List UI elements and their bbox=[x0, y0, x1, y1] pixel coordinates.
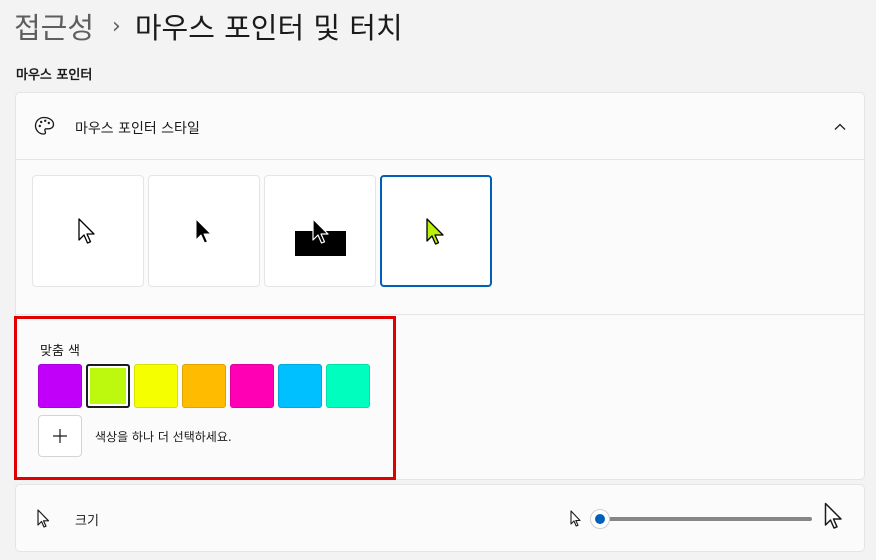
pointer-style-inverted[interactable] bbox=[264, 175, 376, 287]
divider bbox=[16, 314, 864, 315]
pointer-style-label: 마우스 포인터 스타일 bbox=[75, 121, 200, 137]
custom-pointer-icon bbox=[426, 218, 444, 245]
color-swatch-1[interactable] bbox=[38, 364, 82, 408]
add-color-label: 색상을 하나 더 선택하세요. bbox=[95, 430, 232, 444]
pointer-icon bbox=[37, 509, 50, 528]
color-swatch-4[interactable] bbox=[182, 364, 226, 408]
pointer-style-black[interactable] bbox=[148, 175, 260, 287]
white-pointer-icon bbox=[78, 218, 95, 244]
palette-icon bbox=[34, 116, 55, 135]
color-swatch-5[interactable] bbox=[230, 364, 274, 408]
color-swatches bbox=[38, 364, 370, 408]
breadcrumb: 접근성 › 마우스 포인터 및 터치 bbox=[14, 6, 403, 46]
section-title: 마우스 포인터 bbox=[16, 68, 93, 83]
large-pointer-icon bbox=[824, 502, 842, 529]
pointer-style-options bbox=[32, 175, 492, 287]
black-pointer-icon bbox=[195, 218, 212, 244]
chevron-up-icon[interactable] bbox=[832, 119, 848, 135]
color-swatch-7[interactable] bbox=[326, 364, 370, 408]
pointer-size-label: 크기 bbox=[75, 514, 99, 529]
pointer-style-card: 마우스 포인터 스타일 맞춤 색 색상을 하나 더 선택하세요. bbox=[15, 92, 865, 480]
custom-color-label: 맞춤 색 bbox=[40, 344, 81, 359]
color-swatch-6[interactable] bbox=[278, 364, 322, 408]
breadcrumb-parent-link[interactable]: 접근성 bbox=[14, 5, 94, 47]
pointer-size-slider-track[interactable] bbox=[596, 517, 812, 521]
small-pointer-icon bbox=[570, 510, 581, 527]
plus-icon bbox=[53, 429, 67, 443]
inverted-pointer-icon bbox=[295, 218, 346, 256]
pointer-style-custom[interactable] bbox=[380, 175, 492, 287]
color-swatch-3[interactable] bbox=[134, 364, 178, 408]
pointer-size-card: 크기 bbox=[15, 484, 865, 552]
pointer-style-white[interactable] bbox=[32, 175, 144, 287]
add-color-button[interactable] bbox=[38, 415, 82, 457]
page-title: 마우스 포인터 및 터치 bbox=[134, 11, 403, 45]
breadcrumb-separator: › bbox=[112, 13, 121, 39]
pointer-size-slider-thumb[interactable] bbox=[590, 509, 610, 529]
pointer-style-header[interactable]: 마우스 포인터 스타일 bbox=[16, 93, 864, 160]
color-swatch-2[interactable] bbox=[86, 364, 130, 408]
